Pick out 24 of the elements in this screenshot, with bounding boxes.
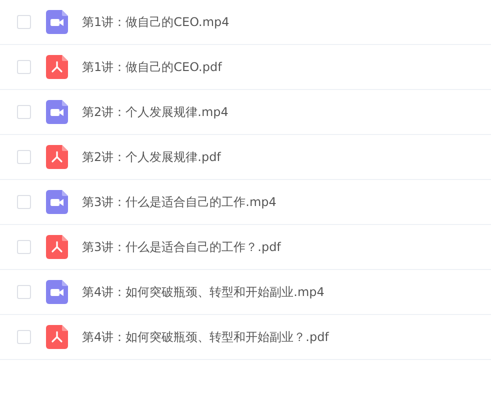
video-file-icon (46, 280, 68, 304)
video-file-icon (46, 100, 68, 124)
checkbox[interactable] (17, 240, 31, 254)
video-file-icon (46, 190, 68, 214)
checkbox[interactable] (17, 15, 31, 29)
checkbox[interactable] (17, 105, 31, 119)
file-name[interactable]: 第4讲：如何突破瓶颈、转型和开始副业.mp4 (82, 283, 324, 301)
pdf-file-icon (46, 145, 68, 169)
file-name[interactable]: 第3讲：什么是适合自己的工作.mp4 (82, 193, 276, 211)
file-name[interactable]: 第4讲：如何突破瓶颈、转型和开始副业？.pdf (82, 328, 329, 346)
file-name[interactable]: 第1讲：做自己的CEO.mp4 (82, 13, 230, 31)
file-name[interactable]: 第2讲：个人发展规律.pdf (82, 148, 221, 166)
checkbox[interactable] (17, 195, 31, 209)
checkbox[interactable] (17, 285, 31, 299)
file-name[interactable]: 第1讲：做自己的CEO.pdf (82, 58, 222, 76)
video-file-icon (46, 10, 68, 34)
checkbox[interactable] (17, 60, 31, 74)
pdf-file-icon (46, 235, 68, 259)
checkbox[interactable] (17, 330, 31, 344)
pdf-file-icon (46, 55, 68, 79)
checkbox[interactable] (17, 150, 31, 164)
file-name[interactable]: 第3讲：什么是适合自己的工作？.pdf (82, 238, 281, 256)
file-name[interactable]: 第2讲：个人发展规律.mp4 (82, 103, 228, 121)
pdf-file-icon (46, 325, 68, 349)
